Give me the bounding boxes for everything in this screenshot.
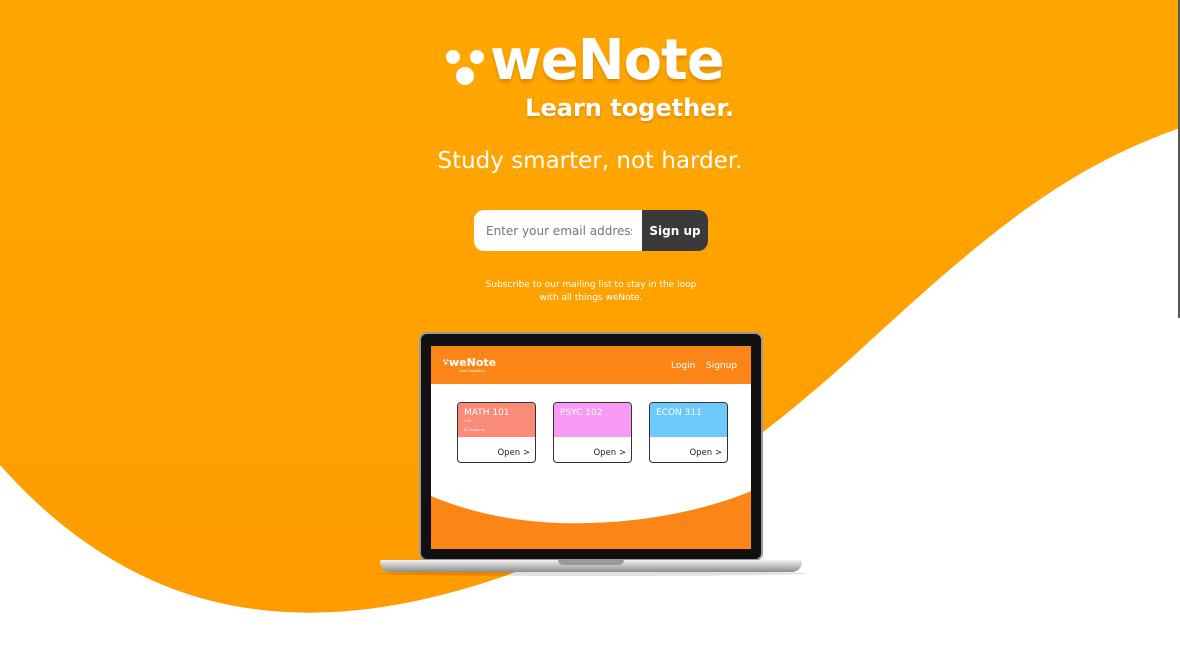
hero-headline: Study smarter, not harder.: [437, 148, 743, 174]
course-title: PSYC 102: [560, 408, 603, 418]
laptop-mockup: weNote Learn together. Login Signup MATH…: [376, 332, 806, 577]
email-input[interactable]: [474, 210, 644, 251]
brand-name: weNote: [490, 28, 725, 93]
brand-tagline: Learn together.: [525, 94, 734, 122]
course-card-psyc: PSYC 102 Open >: [553, 402, 632, 463]
course-card-header: MATH 101 Calc 82 students: [458, 403, 535, 437]
course-open-link: Open >: [593, 448, 626, 458]
course-title: MATH 101: [464, 408, 510, 418]
course-open-link: Open >: [689, 448, 722, 458]
subscribe-note: Subscribe to our mailing list to stay in…: [485, 280, 697, 303]
preview-wave: [431, 491, 751, 549]
laptop-notch: [558, 560, 624, 565]
logo-dots-icon: [446, 50, 484, 85]
course-count: 82 students: [464, 428, 485, 432]
course-card-econ: ECON 311 Open >: [649, 402, 728, 463]
preview-logo-name: weNote: [449, 356, 497, 369]
course-card-header: PSYC 102: [554, 403, 631, 437]
signup-form: Sign up: [474, 210, 708, 251]
preview-header: weNote Learn together. Login Signup: [431, 346, 751, 384]
signup-button[interactable]: Sign up: [642, 210, 708, 251]
course-card-header: ECON 311: [650, 403, 727, 437]
preview-logo: weNote Learn together.: [443, 356, 503, 376]
laptop-lid: weNote Learn together. Login Signup MATH…: [419, 332, 763, 561]
course-card-math: MATH 101 Calc 82 students Open >: [457, 402, 536, 463]
preview-logo-tagline: Learn together.: [459, 369, 486, 373]
preview-signup-link: Signup: [706, 361, 738, 371]
course-subtitle: Calc: [464, 419, 472, 423]
course-title: ECON 311: [656, 408, 702, 418]
laptop-screen: weNote Learn together. Login Signup MATH…: [431, 346, 751, 549]
brand-logo[interactable]: weNote Learn together.: [440, 28, 750, 128]
preview-login-link: Login: [671, 361, 696, 371]
course-open-link: Open >: [497, 448, 530, 458]
